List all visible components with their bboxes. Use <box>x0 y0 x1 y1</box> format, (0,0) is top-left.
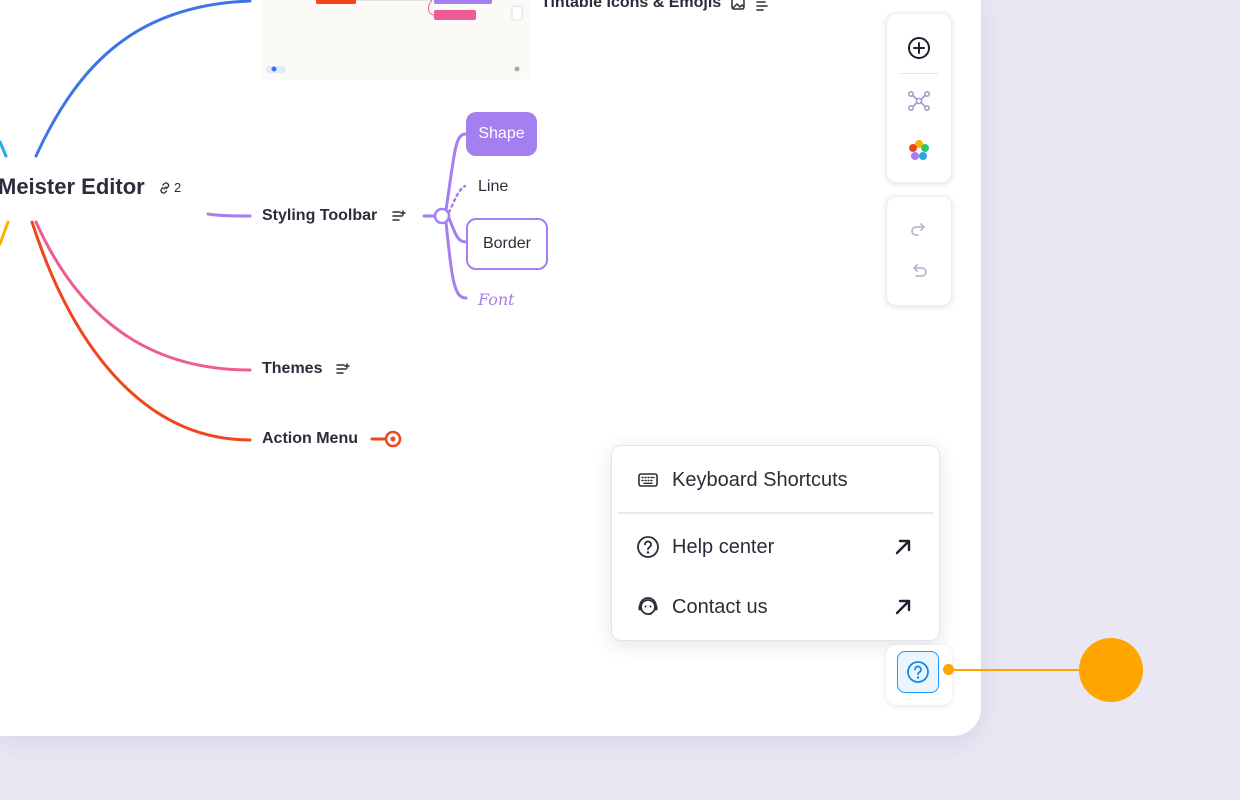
link-icon <box>160 181 170 194</box>
shape-node[interactable]: Shape <box>466 112 537 156</box>
plus-circle-icon <box>908 37 930 59</box>
undo-icon <box>913 264 927 277</box>
link-yellow-stub <box>0 220 10 246</box>
external-link-arrow-icon <box>895 599 911 615</box>
menu-item-help-center[interactable]: Help center <box>612 525 939 569</box>
line-node[interactable]: Line <box>478 178 508 196</box>
help-button-container <box>886 645 952 705</box>
question-circle-icon <box>636 535 660 559</box>
menu-item-label: Help center <box>672 535 775 558</box>
top-node-label[interactable]: Tintable Icons & Emojis <box>541 0 721 12</box>
color-palette-icon <box>909 140 929 160</box>
note-icon <box>756 1 768 11</box>
menu-divider <box>618 512 933 514</box>
help-button[interactable] <box>897 651 939 693</box>
redo-icon <box>911 223 925 236</box>
question-circle-icon <box>907 661 929 683</box>
callout-anchor-dot <box>943 664 954 675</box>
link-count-badge[interactable]: 2 <box>158 180 181 195</box>
link-to-action-menu <box>30 220 252 442</box>
toolbar-divider <box>900 73 938 74</box>
menu-item-label: Keyboard Shortcuts <box>672 468 848 491</box>
link-to-border <box>447 216 468 244</box>
external-link-arrow-icon <box>895 539 911 555</box>
link-to-line <box>447 184 467 214</box>
link-to-top-node <box>34 0 252 158</box>
support-agent-icon <box>636 595 660 619</box>
note-icon <box>392 210 406 221</box>
link-count: 2 <box>174 180 182 195</box>
history-toolbar <box>886 196 952 306</box>
callout-marker <box>1079 638 1143 702</box>
mindmap-canvas[interactable]: Tintable Icons & Emojis Meister Editor 2… <box>0 0 981 736</box>
note-icon <box>336 363 350 374</box>
help-menu: Keyboard Shortcuts Help center Contact u… <box>611 445 940 641</box>
link-cyan-stub <box>0 140 8 158</box>
embedded-image-preview[interactable] <box>262 0 530 80</box>
image-icon <box>731 0 745 10</box>
color-button[interactable] <box>887 130 951 170</box>
redo-button[interactable] <box>887 210 951 250</box>
menu-item-contact-us[interactable]: Contact us <box>612 585 939 629</box>
action-menu-node[interactable]: Action Menu <box>262 430 358 448</box>
root-node-label[interactable]: Meister Editor <box>0 174 145 200</box>
link-to-styling-toolbar <box>206 212 252 218</box>
preview-image <box>266 0 523 73</box>
border-node[interactable]: Border <box>466 218 548 270</box>
layout-button[interactable] <box>887 81 951 121</box>
font-node[interactable]: Font <box>478 290 515 309</box>
themes-node[interactable]: Themes <box>262 360 322 378</box>
mindmap-layout-icon <box>907 90 930 111</box>
styling-toolbar-node[interactable]: Styling Toolbar <box>262 207 377 225</box>
link-to-themes <box>34 220 252 372</box>
callout-line <box>948 669 1083 671</box>
add-node-button[interactable] <box>887 28 951 68</box>
menu-item-label: Contact us <box>672 595 768 618</box>
undo-button[interactable] <box>887 251 951 291</box>
menu-item-keyboard-shortcuts[interactable]: Keyboard Shortcuts <box>612 458 939 502</box>
keyboard-icon <box>636 468 660 492</box>
canvas-toolbar <box>886 13 952 183</box>
